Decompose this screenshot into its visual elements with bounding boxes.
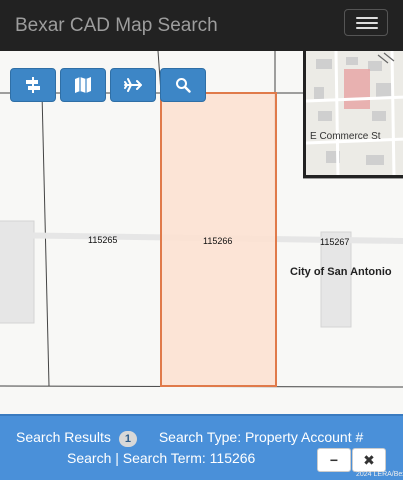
navbar: Bexar CAD Map Search <box>0 0 403 51</box>
airplane-icon <box>124 78 142 92</box>
search-results-label: Search Results <box>16 429 111 445</box>
city-label: City of San Antonio <box>290 266 392 278</box>
map-icon <box>75 77 91 93</box>
menu-toggle-button[interactable] <box>344 9 388 36</box>
aerial-view-button[interactable] <box>110 68 156 102</box>
search-term-text: Search | Search Term: 115266 <box>67 450 256 466</box>
road-sign-button[interactable] <box>10 68 56 102</box>
search-results-summary: Search Results 1 Search Type: Property A… <box>16 428 363 447</box>
overview-map[interactable]: E Commerce St <box>303 51 403 178</box>
road-sign-icon <box>26 77 40 93</box>
search-button[interactable] <box>160 68 206 102</box>
map-attribution: 2024 LERA/Bex <box>356 471 403 478</box>
results-count-badge: 1 <box>118 431 137 447</box>
overview-street-label: E Commerce St <box>310 131 381 142</box>
search-icon <box>176 78 191 93</box>
close-results-button[interactable]: ✖ <box>352 448 386 472</box>
search-results-panel: Search Results 1 Search Type: Property A… <box>0 414 403 480</box>
app-title[interactable]: Bexar CAD Map Search <box>15 14 218 38</box>
search-type-text: Search Type: Property Account # <box>158 429 364 445</box>
parcel-label-115267: 115267 <box>320 237 350 247</box>
hamburger-icon <box>356 27 378 29</box>
parcel-line <box>41 92 50 387</box>
parcel-label-115266: 115266 <box>203 236 233 246</box>
hamburger-icon <box>356 17 378 19</box>
map-layers-button[interactable] <box>60 68 106 102</box>
hamburger-icon <box>356 22 378 24</box>
minimize-results-button[interactable]: − <box>317 448 351 472</box>
overview-map-graphics <box>306 51 403 175</box>
parcel-label-115265: 115265 <box>88 235 118 245</box>
